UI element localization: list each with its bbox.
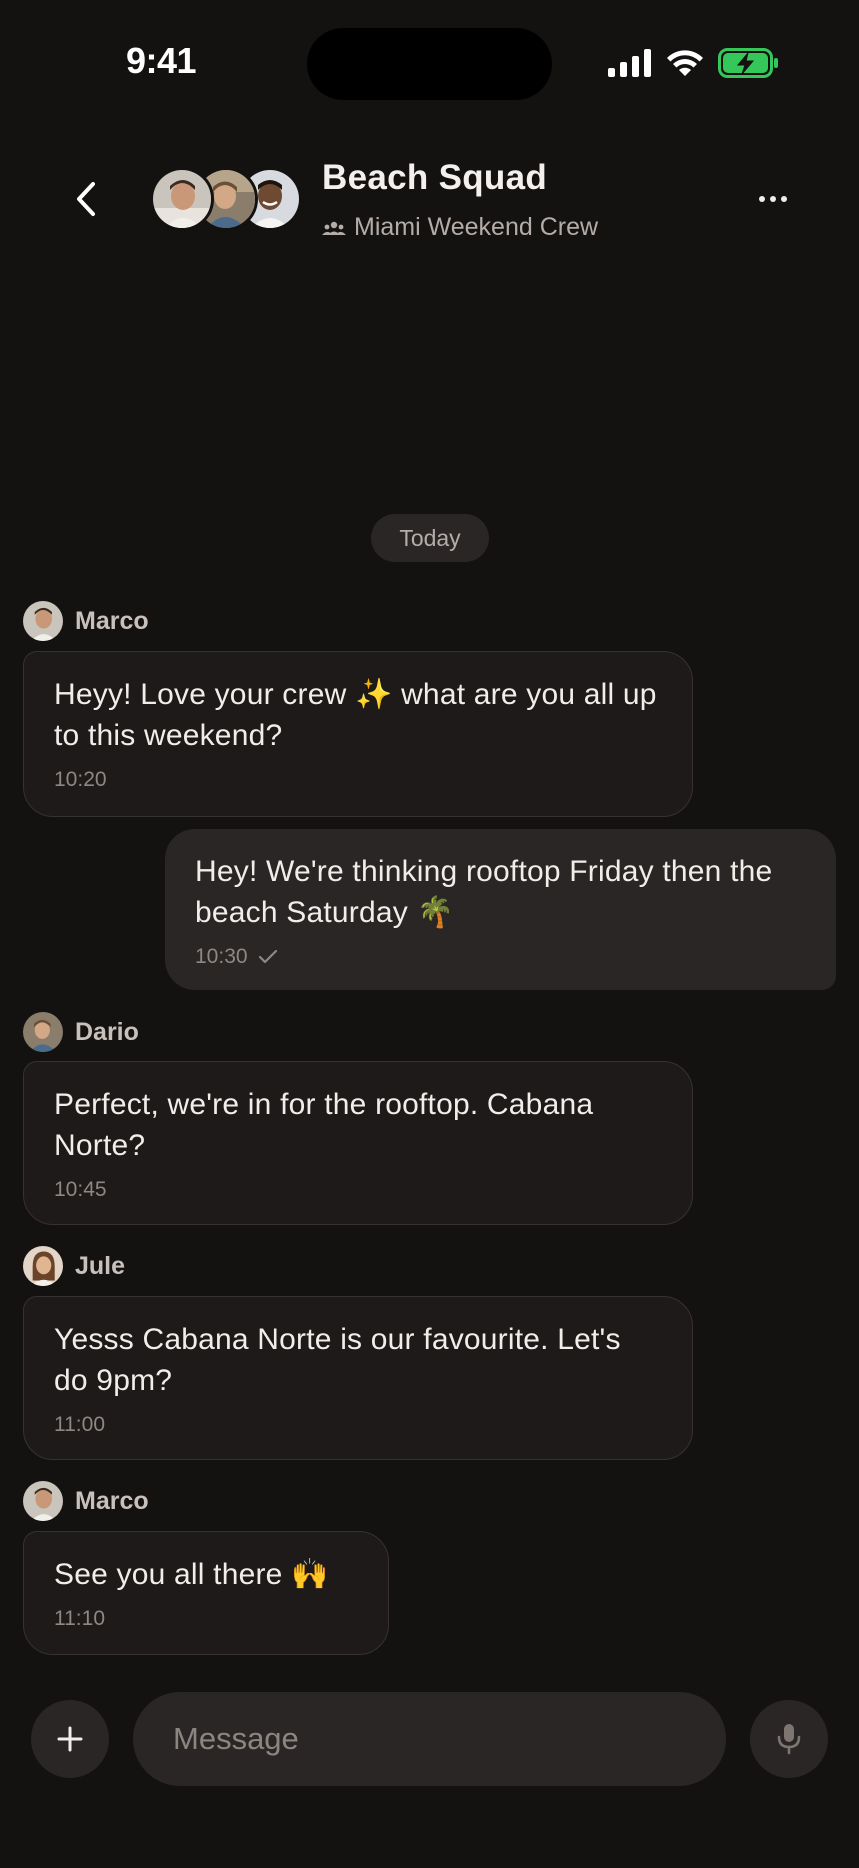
microphone-button[interactable] <box>750 1700 828 1778</box>
sender-avatar[interactable] <box>23 601 63 641</box>
sender-row: Marco <box>23 1481 149 1521</box>
battery-charging-icon <box>718 48 778 78</box>
message-text: Heyy! Love your crew ✨ what are you all … <box>54 678 657 752</box>
message-text: Yesss Cabana Norte is our favourite. Let… <box>54 1323 621 1397</box>
message-bubble-incoming[interactable]: See you all there 🙌 11:10 <box>23 1531 389 1655</box>
cellular-signal-icon <box>608 49 651 77</box>
chat-subtitle: Miami Weekend Crew <box>322 213 598 242</box>
more-options-button[interactable] <box>752 178 794 220</box>
plus-icon <box>57 1726 83 1752</box>
message-bubble-outgoing[interactable]: Hey! We're thinking rooftop Friday then … <box>165 829 836 990</box>
microphone-icon <box>777 1724 801 1755</box>
group-name: Miami Weekend Crew <box>354 213 599 241</box>
sender-row: Marco <box>23 601 149 641</box>
message-bubble-incoming[interactable]: Yesss Cabana Norte is our favourite. Let… <box>23 1296 693 1460</box>
back-button[interactable] <box>66 174 106 224</box>
message-text: See you all there 🙌 <box>54 1558 329 1591</box>
sender-row: Dario <box>23 1012 139 1052</box>
sender-avatar[interactable] <box>23 1246 63 1286</box>
status-time: 9:41 <box>125 40 197 81</box>
sender-name: Marco <box>75 606 149 635</box>
more-horizontal-icon <box>759 196 787 202</box>
group-avatars[interactable] <box>150 167 306 231</box>
attach-button[interactable] <box>31 1700 109 1778</box>
message-bubble-incoming[interactable]: Perfect, we're in for the rooftop. Caban… <box>23 1061 693 1225</box>
sender-avatar[interactable] <box>23 1481 63 1521</box>
chat-title: Beach Squad <box>322 158 548 197</box>
wifi-icon <box>667 50 703 76</box>
message-time: 11:10 <box>54 1607 105 1630</box>
sender-name: Jule <box>75 1251 126 1280</box>
status-icons <box>608 46 780 80</box>
date-separator: Today <box>371 514 489 562</box>
message-time: 11:00 <box>54 1413 105 1436</box>
sender-avatar[interactable] <box>23 1012 63 1052</box>
group-icon <box>322 221 346 235</box>
message-text: Perfect, we're in for the rooftop. Caban… <box>54 1088 594 1162</box>
chat-screen: 9:41 Beach Squad Miami Weekend Crew Toda… <box>0 0 859 1868</box>
sender-name: Marco <box>75 1486 149 1515</box>
message-input[interactable] <box>133 1692 726 1786</box>
sender-name: Dario <box>75 1017 139 1046</box>
message-time: 10:30 <box>195 945 806 969</box>
dynamic-island <box>307 28 552 100</box>
check-icon <box>258 949 277 964</box>
message-time: 10:20 <box>54 768 107 791</box>
message-text: Hey! We're thinking rooftop Friday then … <box>195 855 773 929</box>
sender-row: Jule <box>23 1246 125 1286</box>
avatar-marco <box>150 167 214 231</box>
message-bubble-incoming[interactable]: Heyy! Love your crew ✨ what are you all … <box>23 651 693 817</box>
chevron-left-icon <box>77 182 95 216</box>
message-time: 10:45 <box>54 1178 107 1201</box>
